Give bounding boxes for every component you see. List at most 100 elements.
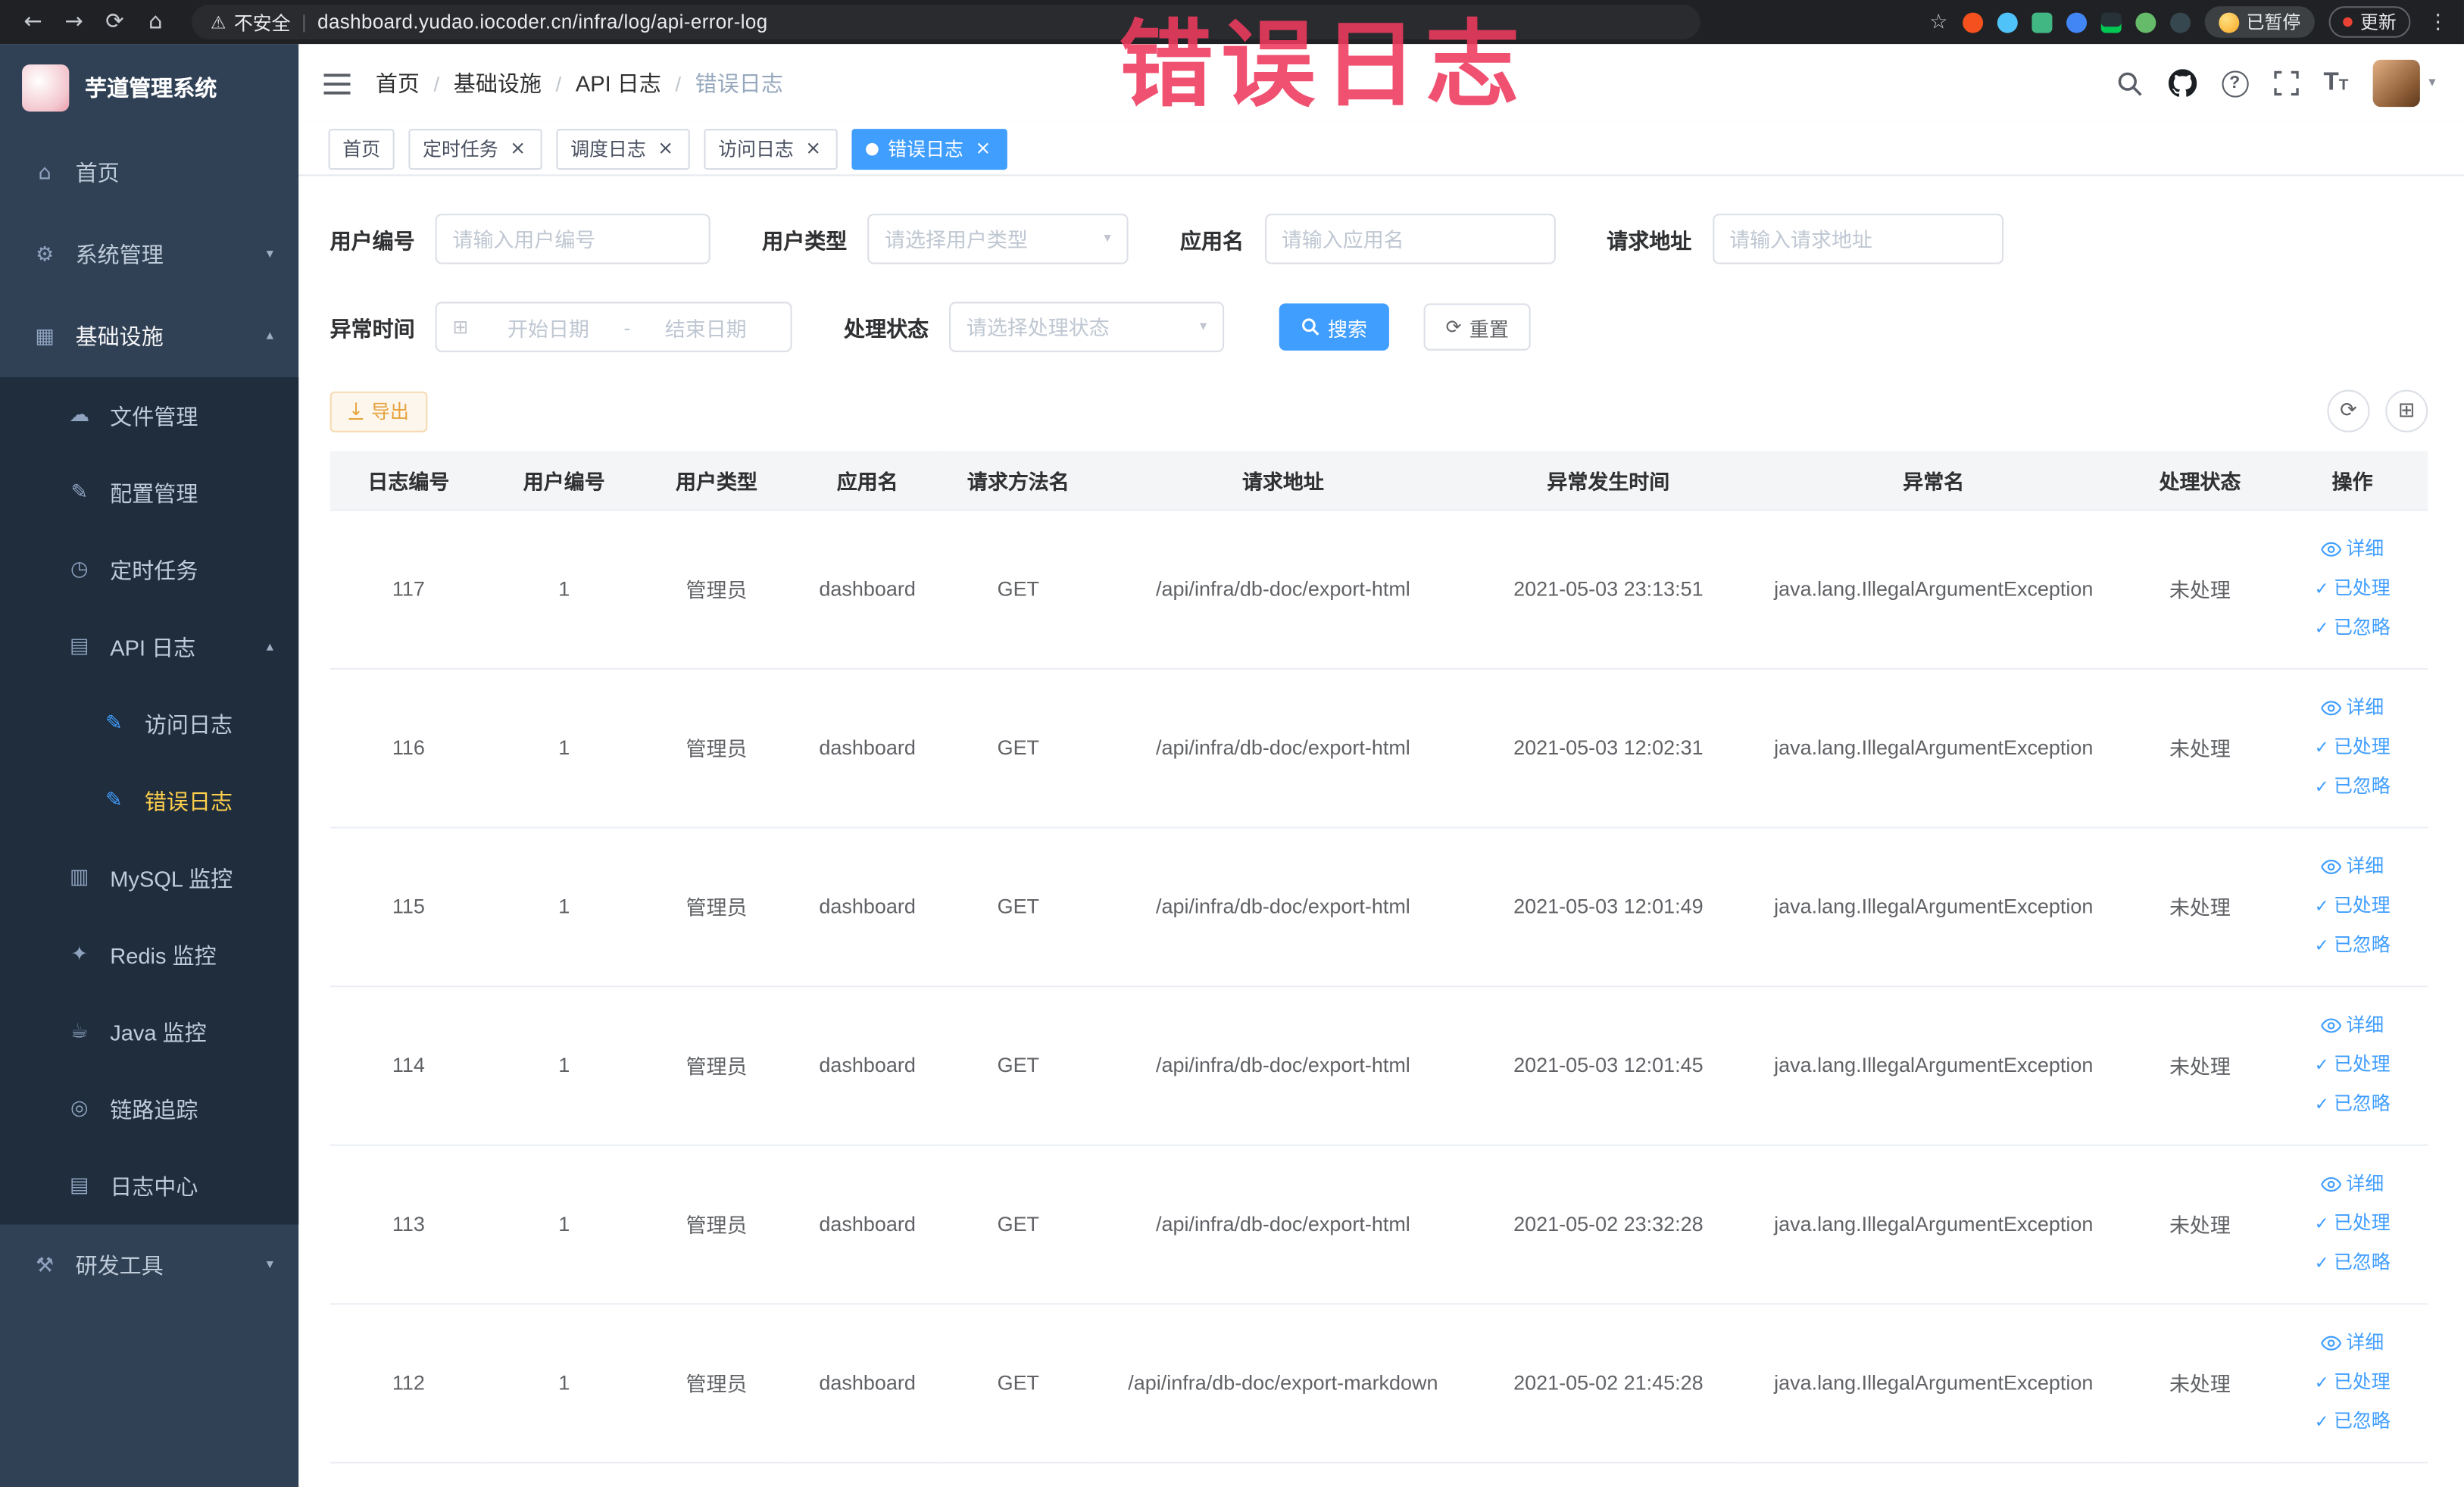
process-status-select-input[interactable] [966, 315, 1191, 339]
reset-button[interactable]: ⟳ 重置 [1423, 303, 1531, 351]
tab-access-log[interactable]: 访问日志 × [704, 128, 838, 170]
sidebar-item-error-log[interactable]: ✎ 错误日志 [0, 762, 298, 839]
column-settings-button[interactable]: ⊞ [2385, 389, 2428, 433]
extension-icon[interactable] [2135, 11, 2156, 33]
header-search-button[interactable] [2116, 70, 2143, 96]
sidebar-item-log-center[interactable]: ▤ 日志中心 [0, 1148, 298, 1225]
processed-link[interactable]: ✓ 已处理 [2315, 1363, 2391, 1402]
end-date-placeholder[interactable]: 结束日期 [637, 312, 775, 342]
font-size-button[interactable]: T T [2323, 69, 2348, 97]
sidebar-item-java-monitor[interactable]: ☕ Java 监控 [0, 993, 298, 1070]
processed-link[interactable]: ✓ 已处理 [2315, 1204, 2391, 1244]
cloud-icon: ☁ [69, 404, 90, 428]
filter-request-url: 请求地址 [1607, 214, 2003, 264]
exception-time-label: 异常时间 [329, 317, 415, 342]
breadcrumb-home[interactable]: 首页 [376, 67, 420, 99]
breadcrumb-infrastructure[interactable]: 基础设施 [454, 67, 542, 99]
vue-devtools-icon[interactable] [2031, 11, 2052, 33]
user-type-select-input[interactable] [884, 226, 1095, 251]
browser-update-button[interactable]: 更新 [2328, 6, 2411, 38]
ignored-link[interactable]: ✓ 已忽略 [2315, 1085, 2391, 1124]
ignored-link[interactable]: ✓ 已忽略 [2315, 767, 2391, 807]
cell-status: 未处理 [2122, 986, 2278, 1145]
extension-icon[interactable] [1996, 11, 2017, 33]
tab-close-icon[interactable]: × [655, 139, 676, 159]
sidebar-item-system-manage[interactable]: ⚙ 系统管理 ▾ [0, 214, 298, 295]
tab-close-icon[interactable]: × [803, 139, 823, 159]
sidebar-item-label: 错误日志 [144, 788, 233, 814]
ignored-link[interactable]: ✓ 已忽略 [2315, 1402, 2391, 1442]
github-link[interactable] [2168, 69, 2197, 97]
search-button[interactable]: 搜索 [1279, 303, 1389, 351]
tab-error-log[interactable]: 错误日志 × [851, 128, 1007, 170]
cell-user-type: 管理员 [641, 826, 792, 987]
page-url[interactable]: dashboard.yudao.iocoder.cn/infra/log/api… [317, 11, 768, 33]
sidebar-collapse-button[interactable] [323, 71, 351, 95]
help-button[interactable]: ? [2221, 70, 2248, 97]
tab-scheduled-jobs[interactable]: 定时任务 × [408, 128, 542, 170]
ignored-link[interactable]: ✓ 已忽略 [2315, 926, 2391, 965]
processed-link[interactable]: ✓ 已处理 [2315, 886, 2391, 926]
processed-link[interactable]: ✓ 已处理 [2315, 728, 2391, 767]
paused-label: 已暂停 [2246, 14, 2301, 33]
app-name-input[interactable] [1281, 226, 1538, 251]
extension-icon[interactable] [1962, 11, 1983, 33]
logo[interactable]: 芋道管理系统 [0, 44, 298, 132]
tab-close-icon[interactable]: × [507, 139, 528, 159]
detail-link[interactable]: 详细 [2321, 1165, 2384, 1204]
browser-reload-button[interactable]: ⟳ [98, 9, 133, 34]
processed-link[interactable]: ✓ 已处理 [2315, 1045, 2391, 1085]
tab-schedule-log[interactable]: 调度日志 × [556, 128, 690, 170]
cell-log-id: 112 [329, 1303, 488, 1463]
process-status-select[interactable]: ▾ [949, 301, 1225, 352]
detail-link[interactable]: 详细 [2321, 1006, 2384, 1045]
user-type-select[interactable]: ▾ [867, 214, 1129, 264]
sidebar-item-scheduled-jobs[interactable]: ◷ 定时任务 [0, 531, 298, 608]
ignored-link[interactable]: ✓ 已忽略 [2315, 608, 2391, 648]
date-range-picker[interactable]: ⊞ 开始日期 - 结束日期 [435, 301, 792, 352]
paused-extension-button[interactable]: 已暂停 [2203, 6, 2315, 38]
user-id-input[interactable] [452, 226, 693, 251]
refresh-button[interactable]: ⟳ [2327, 389, 2370, 433]
bookmark-star-icon[interactable]: ☆ [1929, 10, 1947, 33]
user-menu[interactable]: ▾ [2373, 59, 2436, 108]
tab-label: 调度日志 [570, 138, 646, 161]
tab-home[interactable]: 首页 [328, 128, 395, 170]
detail-link[interactable]: 详细 [2321, 689, 2384, 728]
sidebar-item-access-log[interactable]: ✎ 访问日志 [0, 686, 298, 763]
sidebar-item-home[interactable]: ⌂ 首页 [0, 132, 298, 214]
address-bar[interactable]: ⚠ 不安全 | dashboard.yudao.iocoder.cn/infra… [192, 5, 1700, 39]
browser-menu-icon[interactable]: ⋮ [2428, 10, 2448, 33]
table-row: 117 1 管理员 dashboard GET /api/infra/db-do… [329, 509, 2428, 669]
sidebar-item-infrastructure[interactable]: ▦ 基础设施 ▴ [0, 295, 298, 377]
sidebar-item-mysql-monitor[interactable]: ▥ MySQL 监控 [0, 839, 298, 917]
start-date-placeholder[interactable]: 开始日期 [479, 312, 617, 342]
fullscreen-button[interactable] [2273, 70, 2298, 96]
browser-home-button[interactable]: ⌂ [139, 9, 173, 34]
sidebar-item-api-log[interactable]: ▤ API 日志 ▴ [0, 608, 298, 686]
detail-link[interactable]: 详细 [2321, 530, 2384, 569]
processed-link[interactable]: ✓ 已处理 [2315, 569, 2391, 608]
filter-app-name: 应用名 [1180, 214, 1555, 264]
extension-icon[interactable] [2169, 11, 2190, 33]
cell-method: GET [942, 826, 1094, 987]
sidebar-item-config-manage[interactable]: ✎ 配置管理 [0, 455, 298, 532]
tab-close-icon[interactable]: × [973, 139, 993, 159]
detail-link[interactable]: 详细 [2321, 847, 2384, 886]
sidebar-item-file-manage[interactable]: ☁ 文件管理 [0, 377, 298, 455]
export-button[interactable]: ↓ 导出 [329, 390, 428, 432]
request-url-input[interactable] [1729, 226, 1986, 251]
search-button-label: 搜索 [1328, 318, 1367, 341]
breadcrumb-api-log[interactable]: API 日志 [576, 67, 661, 99]
browser-forward-button[interactable]: → [57, 9, 92, 34]
ignored-link[interactable]: ✓ 已忽略 [2315, 1243, 2391, 1282]
sidebar-item-dev-tools[interactable]: ⚒ 研发工具 ▾ [0, 1225, 298, 1307]
sidebar-item-redis-monitor[interactable]: ✦ Redis 监控 [0, 917, 298, 994]
breadcrumb: 首页 / 基础设施 / API 日志 / 错误日志 [376, 67, 783, 99]
security-label[interactable]: 不安全 [234, 8, 291, 35]
browser-back-button[interactable]: ← [16, 9, 51, 34]
proxy-extension-icon[interactable] [2100, 11, 2121, 33]
sidebar-item-tracing[interactable]: ◎ 链路追踪 [0, 1070, 298, 1148]
detail-link[interactable]: 详细 [2321, 1323, 2384, 1363]
extension-icon[interactable] [2066, 11, 2087, 33]
